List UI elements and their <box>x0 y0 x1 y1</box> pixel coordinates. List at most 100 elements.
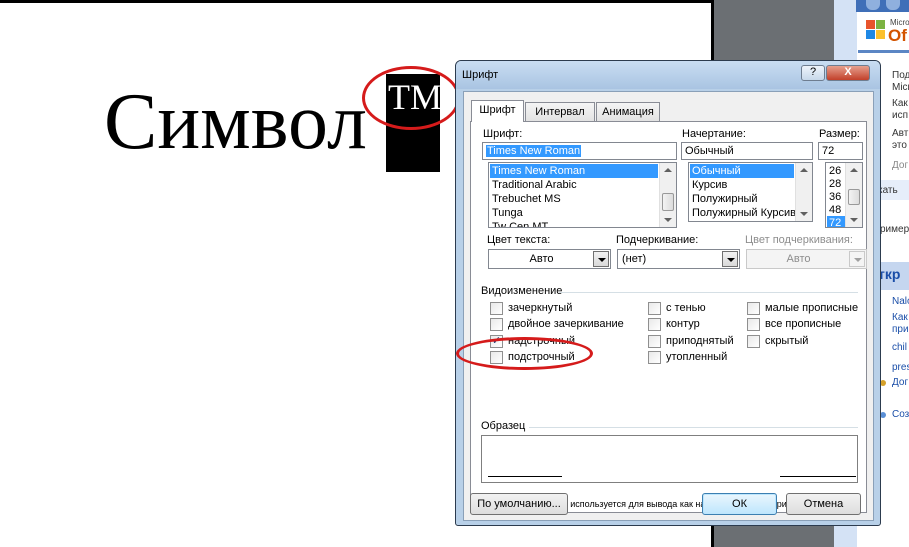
size-input[interactable]: 72 <box>818 142 863 160</box>
pane-link[interactable]: Как <box>892 312 908 324</box>
underline-color-label: Цвет подчеркивания: <box>745 234 853 246</box>
text-color-dropdown[interactable]: Авто <box>488 249 611 269</box>
divider <box>529 427 858 428</box>
tab-interval[interactable]: Интервал <box>525 102 595 122</box>
checkbox-label[interactable]: малые прописные <box>765 302 858 315</box>
underline-color-dropdown: Авто <box>746 249 867 269</box>
forward-icon[interactable] <box>886 0 900 10</box>
checkbox-label[interactable]: надстрочный <box>508 335 575 348</box>
pane-link[interactable]: при <box>892 324 909 336</box>
checkbox-engrave[interactable] <box>648 351 661 364</box>
scroll-up-icon[interactable] <box>800 168 808 172</box>
underline-dropdown[interactable]: (нет) <box>617 249 740 269</box>
checkbox-label[interactable]: утопленный <box>666 351 727 364</box>
close-button[interactable]: X <box>826 65 870 81</box>
scroll-thumb[interactable] <box>662 193 674 211</box>
scroll-down-icon[interactable] <box>850 218 858 222</box>
list-item[interactable]: 26 <box>827 164 845 178</box>
list-item[interactable]: 48 <box>827 203 845 217</box>
checkbox-emboss[interactable] <box>648 335 661 348</box>
pane-link[interactable]: Соз <box>892 409 909 421</box>
checkbox-shadow[interactable] <box>648 302 661 315</box>
preview-label: Образец <box>481 420 526 432</box>
size-label: Размер: <box>819 128 860 140</box>
size-list-scrollbar[interactable] <box>845 163 862 227</box>
dialog-body: Шрифт Интервал Анимация Шрифт: Times New… <box>463 91 874 521</box>
checkbox-label[interactable]: зачеркнутый <box>508 302 572 315</box>
font-name-input[interactable]: Times New Roman <box>482 142 677 160</box>
checkbox-small-caps[interactable] <box>747 302 760 315</box>
pane-link[interactable]: pres <box>892 362 909 374</box>
chevron-down-icon <box>854 258 862 262</box>
ok-button[interactable]: ОК <box>702 493 777 515</box>
scroll-down-icon[interactable] <box>664 218 672 222</box>
chevron-down-icon <box>727 258 735 262</box>
list-item[interactable]: 72 <box>827 216 845 227</box>
checkbox-label[interactable]: подстрочный <box>508 351 575 364</box>
cancel-button[interactable]: Отмена <box>786 493 861 515</box>
list-item[interactable]: 36 <box>827 190 845 204</box>
checkbox-double-strikethrough[interactable] <box>490 318 503 331</box>
scroll-up-icon[interactable] <box>664 168 672 172</box>
underline-label: Подчеркивание: <box>616 234 699 246</box>
list-item[interactable]: Полужирный Курсив <box>690 206 796 220</box>
divider <box>559 292 858 293</box>
preview-baseline <box>780 476 856 477</box>
dropdown-button[interactable] <box>722 251 738 267</box>
chevron-down-icon <box>598 258 606 262</box>
font-label: Шрифт: <box>483 128 523 140</box>
tab-panel-font: Шрифт: Times New Roman Times New Roman T… <box>470 121 867 513</box>
list-item[interactable]: Обычный <box>690 164 794 178</box>
list-item[interactable]: Times New Roman <box>490 164 658 178</box>
list-item[interactable]: Tw Cen MT <box>490 220 658 227</box>
dropdown-button[interactable] <box>593 251 609 267</box>
scroll-down-icon[interactable] <box>800 212 808 216</box>
checkbox-label[interactable]: скрытый <box>765 335 808 348</box>
checkbox-hidden[interactable] <box>747 335 760 348</box>
superscript-text[interactable]: TM <box>388 76 442 118</box>
pane-link[interactable]: chil <box>892 342 907 354</box>
checkbox-label[interactable]: с тенью <box>666 302 706 315</box>
font-dialog: Шрифт ? X Шрифт Интервал Анимация Шрифт:… <box>455 60 881 526</box>
style-label: Начертание: <box>682 128 746 140</box>
checkbox-outline[interactable] <box>648 318 661 331</box>
tab-animation[interactable]: Анимация <box>596 102 660 122</box>
list-item[interactable]: 28 <box>827 177 845 191</box>
default-button[interactable]: По умолчанию... <box>470 493 568 515</box>
checkbox-superscript[interactable]: ✓ <box>490 335 503 348</box>
list-item[interactable]: Tunga <box>490 206 658 220</box>
tab-font[interactable]: Шрифт <box>471 100 524 122</box>
pane-section-title: ткр <box>878 266 901 282</box>
font-list-scrollbar[interactable] <box>659 163 676 227</box>
style-list[interactable]: Обычный Курсив Полужирный Полужирный Кур… <box>688 162 813 222</box>
style-list-scrollbar[interactable] <box>795 163 812 221</box>
checkbox-subscript[interactable] <box>490 351 503 364</box>
pane-text: Авт <box>892 128 909 139</box>
style-input[interactable]: Обычный <box>681 142 813 160</box>
checkbox-label[interactable]: приподнятый <box>666 335 734 348</box>
checkbox-label[interactable]: все прописные <box>765 318 841 331</box>
pane-link[interactable]: Дог <box>892 377 908 389</box>
checkbox-label[interactable]: контур <box>666 318 700 331</box>
checkbox-label[interactable]: двойное зачеркивание <box>508 318 624 331</box>
underline-value: (нет) <box>622 253 647 265</box>
back-icon[interactable] <box>866 0 880 10</box>
preview-baseline <box>488 476 562 477</box>
scroll-up-icon[interactable] <box>850 168 858 172</box>
dialog-title-bar[interactable]: Шрифт ? X <box>456 61 880 89</box>
pane-link[interactable]: Nalo <box>892 296 909 308</box>
list-item[interactable]: Trebuchet MS <box>490 192 658 206</box>
size-list[interactable]: 26 28 36 48 72 <box>825 162 863 228</box>
pane-text: Под <box>892 70 909 81</box>
checkbox-all-caps[interactable] <box>747 318 760 331</box>
list-item[interactable]: Полужирный <box>690 192 794 206</box>
help-button[interactable]: ? <box>801 65 825 81</box>
font-list[interactable]: Times New Roman Traditional Arabic Trebu… <box>488 162 677 228</box>
list-item[interactable]: Traditional Arabic <box>490 178 658 192</box>
list-item[interactable]: Курсив <box>690 178 794 192</box>
scroll-thumb[interactable] <box>848 189 860 205</box>
brand-text: Of <box>888 26 907 45</box>
checkbox-strikethrough[interactable] <box>490 302 503 315</box>
document-text[interactable]: Символ <box>104 74 367 170</box>
preview-box <box>481 435 858 483</box>
